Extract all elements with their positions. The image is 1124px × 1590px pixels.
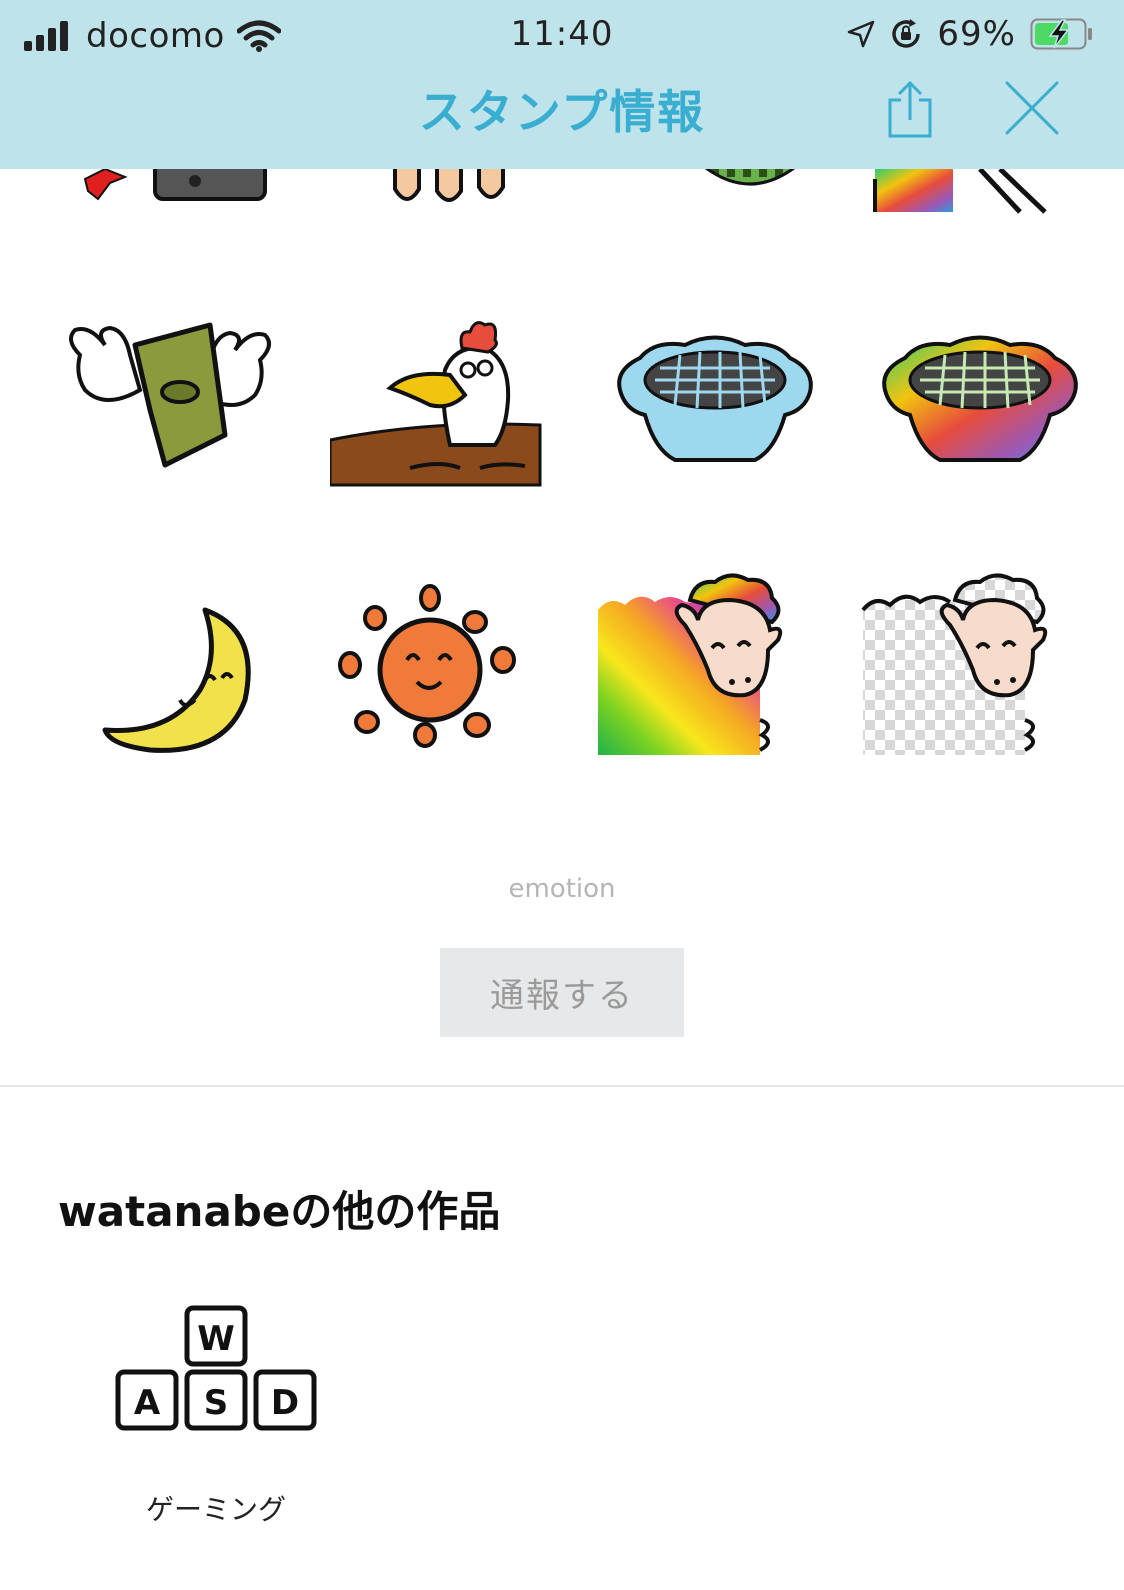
sticker-blue-pie[interactable]	[605, 300, 825, 520]
sticker-hand-fingers[interactable]	[350, 169, 570, 214]
key-w: W	[197, 1319, 235, 1359]
battery-charging-icon	[1030, 18, 1092, 50]
other-work-label: ゲーミング	[145, 1493, 286, 1526]
status-bar: docomo 11:40 69%	[0, 0, 1124, 62]
share-icon	[888, 80, 932, 138]
close-icon	[1005, 81, 1059, 135]
sticker-flying-money[interactable]	[60, 300, 280, 520]
other-works-title: watanabeの他の作品	[58, 1187, 501, 1236]
sticker-smiling-moon[interactable]	[60, 570, 280, 790]
sticker-rainbow-pie[interactable]	[870, 300, 1090, 520]
location-arrow-icon	[848, 20, 875, 48]
key-a: A	[134, 1383, 161, 1423]
status-right: 69%	[847, 14, 1094, 54]
key-s: S	[204, 1383, 229, 1423]
battery-percent: 69%	[937, 14, 1016, 54]
wasd-keys-thumbnail: W A S D	[115, 1305, 317, 1431]
sticker-red-phone[interactable]	[60, 169, 280, 214]
sticker-smiling-sun[interactable]	[325, 570, 545, 790]
orientation-lock-icon	[892, 19, 921, 48]
key-d: D	[271, 1383, 299, 1423]
section-divider	[0, 1085, 1124, 1087]
page-title: スタンプ情報	[418, 85, 706, 139]
other-work-item-gaming[interactable]: W A S D ゲーミング	[96, 1300, 336, 1530]
close-button[interactable]	[1004, 80, 1060, 136]
navigation-bar: スタンプ情報	[0, 62, 1124, 169]
report-button[interactable]: 通報する	[440, 948, 684, 1037]
emotion-label: emotion	[508, 874, 616, 904]
sticker-rooster[interactable]	[330, 300, 550, 520]
share-button[interactable]	[886, 80, 934, 140]
sticker-transparent-sheep[interactable]	[855, 570, 1075, 790]
sticker-rainbow-lines[interactable]	[860, 169, 1080, 215]
sticker-green-checkered[interactable]	[640, 169, 860, 199]
sticker-rainbow-sheep[interactable]	[590, 570, 810, 790]
